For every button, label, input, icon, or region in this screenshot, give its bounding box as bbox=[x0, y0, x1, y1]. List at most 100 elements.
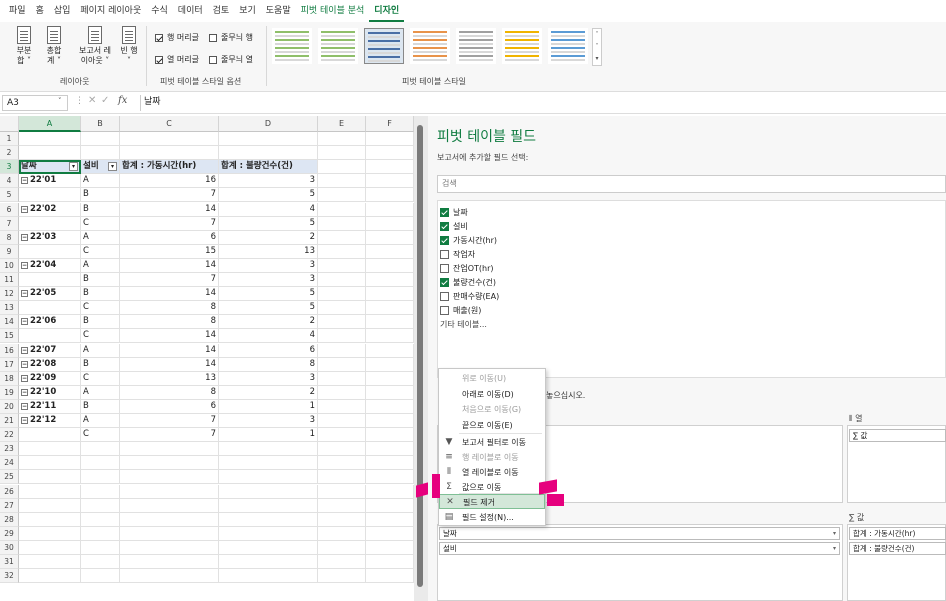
banded-rows-option[interactable]: 줄무늬 행 bbox=[209, 32, 253, 43]
tab-0[interactable]: 파일 bbox=[4, 0, 31, 22]
collapse-icon[interactable]: − bbox=[21, 177, 28, 185]
cell-E24[interactable] bbox=[318, 456, 366, 471]
checkbox-unchecked[interactable] bbox=[440, 250, 449, 259]
cell-B12[interactable]: B bbox=[81, 287, 120, 302]
cell-C26[interactable] bbox=[120, 484, 219, 499]
chevron-down-icon[interactable]: ˅ bbox=[58, 97, 62, 105]
cell-B6[interactable]: B bbox=[81, 202, 120, 217]
cell-C2[interactable] bbox=[120, 146, 219, 161]
pivot-style-6[interactable] bbox=[548, 28, 588, 64]
cell-B9[interactable]: C bbox=[81, 244, 120, 259]
formula-input[interactable]: 날짜 bbox=[140, 95, 940, 111]
collapse-icon[interactable]: − bbox=[21, 360, 28, 368]
cell-E20[interactable] bbox=[318, 399, 366, 414]
cell-A13[interactable] bbox=[19, 301, 81, 316]
row-header[interactable]: 17 bbox=[0, 357, 19, 372]
blank-rows-button[interactable]: 빈 행 ˅ bbox=[118, 26, 140, 66]
cell-B32[interactable] bbox=[81, 569, 120, 584]
cell-A11[interactable] bbox=[19, 273, 81, 287]
cell-B23[interactable] bbox=[81, 442, 120, 457]
field-item[interactable]: 판매수량(EA) bbox=[440, 291, 499, 302]
collapse-icon[interactable]: − bbox=[21, 261, 28, 269]
cell-F8[interactable] bbox=[366, 230, 414, 245]
tab-9[interactable]: 피벗 테이블 분석 bbox=[296, 0, 370, 22]
menu-item[interactable]: 위로 이동(U) bbox=[439, 371, 545, 386]
cell-F28[interactable] bbox=[366, 512, 414, 527]
cell-D12[interactable]: 5 bbox=[219, 287, 318, 302]
cell-C20[interactable]: 6 bbox=[120, 399, 219, 414]
cell-D18[interactable]: 3 bbox=[219, 371, 318, 386]
cell-C4[interactable]: 16 bbox=[120, 174, 219, 189]
cell-D8[interactable]: 2 bbox=[219, 230, 318, 245]
tab-1[interactable]: 홈 bbox=[31, 0, 49, 22]
cell-B29[interactable] bbox=[81, 526, 120, 541]
cell-C9[interactable]: 15 bbox=[120, 244, 219, 259]
cell-C8[interactable]: 6 bbox=[120, 230, 219, 245]
column-item-values[interactable]: ∑ 값 bbox=[849, 429, 946, 442]
row-header[interactable]: 24 bbox=[0, 456, 19, 471]
cell-B5[interactable]: B bbox=[81, 188, 120, 203]
cell-F5[interactable] bbox=[366, 188, 414, 203]
tab-3[interactable]: 페이지 레이아웃 bbox=[75, 0, 146, 22]
collapse-icon[interactable]: − bbox=[21, 233, 28, 241]
cell-B3[interactable]: 설비 ▾ bbox=[81, 160, 120, 175]
cell-A22[interactable] bbox=[19, 428, 81, 443]
checkbox-checked[interactable] bbox=[440, 236, 449, 245]
cell-E31[interactable] bbox=[318, 555, 366, 569]
cell-D26[interactable] bbox=[219, 484, 318, 499]
cell-D5[interactable]: 5 bbox=[219, 188, 318, 203]
field-item[interactable]: 날짜 bbox=[440, 207, 468, 218]
cell-F6[interactable] bbox=[366, 202, 414, 217]
more-tables-link[interactable]: 기타 테이블... bbox=[440, 319, 487, 330]
cell-B17[interactable]: B bbox=[81, 357, 120, 372]
collapse-icon[interactable]: − bbox=[21, 346, 28, 354]
cell-E17[interactable] bbox=[318, 357, 366, 372]
field-item[interactable]: 불량건수(건) bbox=[440, 277, 496, 288]
cell-C15[interactable]: 14 bbox=[120, 329, 219, 344]
collapse-icon[interactable]: − bbox=[21, 205, 28, 213]
cell-E15[interactable] bbox=[318, 329, 366, 344]
collapse-icon[interactable]: − bbox=[21, 374, 28, 382]
cell-F19[interactable] bbox=[366, 385, 414, 400]
cell-F17[interactable] bbox=[366, 357, 414, 372]
row-header[interactable]: 15 bbox=[0, 329, 19, 344]
cell-C24[interactable] bbox=[120, 456, 219, 471]
row-header[interactable]: 21 bbox=[0, 414, 19, 428]
row-header[interactable]: 11 bbox=[0, 273, 19, 287]
row-headers-option[interactable]: 행 머리글 bbox=[155, 32, 199, 43]
cell-A32[interactable] bbox=[19, 569, 81, 584]
checkbox-unchecked[interactable] bbox=[209, 55, 217, 64]
checkbox-checked[interactable] bbox=[440, 278, 449, 287]
gallery-scroll-icon[interactable]: ˄ ˅ ▾ bbox=[592, 28, 602, 66]
cell-A20[interactable]: −22'11 bbox=[19, 399, 81, 414]
collapse-icon[interactable]: − bbox=[21, 402, 28, 410]
row-field-pill[interactable]: 설비 ▾ bbox=[439, 542, 840, 555]
cell-F9[interactable] bbox=[366, 244, 414, 259]
cell-F26[interactable] bbox=[366, 484, 414, 499]
filter-dropdown-icon[interactable]: ▾ bbox=[69, 162, 78, 172]
menu-item[interactable]: ▼ 보고서 필터로 이동 bbox=[439, 435, 545, 450]
column-header-C[interactable]: C bbox=[120, 116, 219, 132]
row-header[interactable]: 5 bbox=[0, 188, 19, 203]
cell-F1[interactable] bbox=[366, 132, 414, 146]
cell-E19[interactable] bbox=[318, 385, 366, 400]
cell-C29[interactable] bbox=[120, 526, 219, 541]
cell-A4[interactable]: −22'01 bbox=[19, 174, 81, 189]
row-header[interactable]: 9 bbox=[0, 244, 19, 259]
cell-B21[interactable]: A bbox=[81, 414, 120, 428]
cell-F3[interactable] bbox=[366, 160, 414, 175]
row-header[interactable]: 8 bbox=[0, 230, 19, 245]
cell-C28[interactable] bbox=[120, 512, 219, 527]
cell-F18[interactable] bbox=[366, 371, 414, 386]
row-header[interactable]: 30 bbox=[0, 540, 19, 555]
menu-item[interactable]: 아래로 이동(D) bbox=[439, 387, 545, 402]
cell-D22[interactable]: 1 bbox=[219, 428, 318, 443]
cell-D24[interactable] bbox=[219, 456, 318, 471]
tab-4[interactable]: 수식 bbox=[146, 0, 173, 22]
more-options-icon[interactable]: ⋮ bbox=[75, 96, 84, 106]
subtotal-button[interactable]: 부분 합 ˅ bbox=[14, 26, 34, 66]
menu-item[interactable]: ▤ 필드 설정(N)... bbox=[439, 510, 545, 525]
cell-A26[interactable] bbox=[19, 484, 81, 499]
cell-D6[interactable]: 4 bbox=[219, 202, 318, 217]
cell-B7[interactable]: C bbox=[81, 216, 120, 231]
